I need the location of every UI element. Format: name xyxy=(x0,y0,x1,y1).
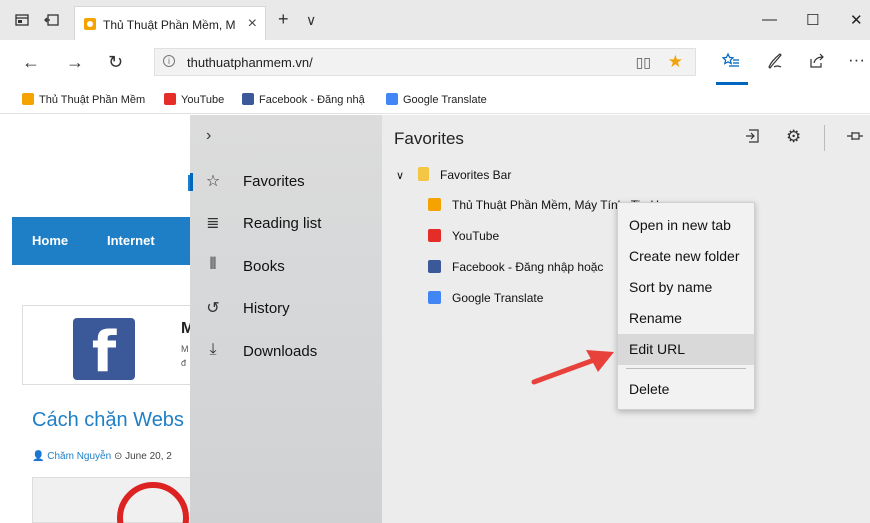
address-url: thuthuatphanmem.vn/ xyxy=(187,55,313,70)
favorite-star-icon[interactable]: ★ xyxy=(668,52,683,72)
menu-item-edit-url[interactable]: Edit URL xyxy=(618,334,754,365)
hub-item-reading-list[interactable]: ≣ Reading list xyxy=(190,205,382,243)
article-title[interactable]: Cách chặn Webs xyxy=(32,409,184,432)
tab-favicon-icon xyxy=(84,18,96,30)
card-heading: M xyxy=(181,320,190,337)
menu-item-delete[interactable]: Delete xyxy=(618,374,754,405)
favorites-star-icon: ☆ xyxy=(205,173,221,190)
hub-item-label: Downloads xyxy=(243,343,318,360)
address-bar[interactable]: i thuthuatphanmem.vn/ ▯▯ ★ xyxy=(154,48,696,76)
context-menu: Open in new tab Create new folder Sort b… xyxy=(617,202,755,410)
hub-item-label: Reading list xyxy=(243,215,322,232)
facebook-logo-icon: f xyxy=(73,318,135,385)
folder-icon xyxy=(418,167,429,181)
article-card: f M M đ xyxy=(22,305,190,385)
site-nav-internet[interactable]: Internet xyxy=(107,233,155,248)
youtube-favicon-icon xyxy=(428,229,441,242)
history-icon: ↺ xyxy=(206,300,220,317)
facebook-favicon-icon xyxy=(242,93,254,105)
books-icon: ⫴ xyxy=(209,256,217,273)
hub-item-label: History xyxy=(243,300,290,317)
site-info-icon[interactable]: i xyxy=(163,55,175,67)
hub-item-downloads[interactable]: ⤓ Downloads xyxy=(190,333,382,371)
set-tabs-aside-icon[interactable] xyxy=(14,12,30,28)
google-translate-favicon-icon xyxy=(428,291,441,304)
favorites-bar: Thủ Thuật Phần Mềm YouTube Facebook - Đă… xyxy=(0,86,870,114)
facebook-favicon-icon xyxy=(428,260,441,273)
bookmark-youtube[interactable]: YouTube xyxy=(164,93,224,106)
hub-item-label: Books xyxy=(243,258,285,275)
back-arrow-icon[interactable]: ← xyxy=(22,52,40,73)
more-options-icon[interactable]: ··· xyxy=(848,50,865,70)
bookmark-google-translate[interactable]: Google Translate xyxy=(386,93,487,106)
tab-preview-chevron-icon[interactable]: ∨ xyxy=(306,12,316,29)
card-text-2: đ xyxy=(181,358,187,368)
favorite-item[interactable]: Google Translate xyxy=(428,291,543,305)
downloads-icon: ⤓ xyxy=(209,341,217,358)
menu-item-rename[interactable]: Rename xyxy=(618,303,754,334)
pen-notes-icon[interactable] xyxy=(766,52,784,75)
bookmark-facebook[interactable]: Facebook - Đăng nhậ xyxy=(242,93,365,106)
card-text-1: M xyxy=(181,344,189,354)
annotation-arrow-icon xyxy=(531,350,614,385)
hub-item-history[interactable]: ↺ History xyxy=(190,290,382,328)
youtube-favicon-icon xyxy=(164,93,176,105)
favorites-hub-icon[interactable] xyxy=(721,52,740,75)
tab-close-icon[interactable]: × xyxy=(248,15,257,33)
toolbar-divider xyxy=(824,125,825,151)
chevron-down-icon: ∨ xyxy=(396,170,405,182)
favorites-pane-title: Favorites xyxy=(394,129,464,148)
refresh-icon[interactable]: ↻ xyxy=(108,52,123,73)
article-date: June 20, 2 xyxy=(125,451,172,462)
tab-bar: Thủ Thuật Phần Mềm, M × + ∨ — ☐ ✕ xyxy=(0,0,870,40)
hub-item-favorites[interactable]: ☆ Favorites xyxy=(190,163,382,201)
bookmark-thuthuat[interactable]: Thủ Thuật Phần Mềm xyxy=(22,93,145,106)
thuthuat-favicon-icon xyxy=(22,93,34,105)
minimize-button[interactable]: — xyxy=(762,11,777,28)
article-meta: 👤 Chăm Nguyễn ⊙ June 20, 2 xyxy=(32,451,172,462)
favorite-item[interactable]: Facebook - Đăng nhập hoặc xyxy=(428,260,603,274)
reading-view-icon[interactable]: ▯▯ xyxy=(636,54,651,71)
navigation-bar: ← → ↻ i thuthuatphanmem.vn/ ▯▯ ★ ··· xyxy=(0,40,870,86)
site-nav-home[interactable]: Home xyxy=(32,233,68,248)
menu-item-sort-by-name[interactable]: Sort by name xyxy=(618,272,754,303)
maximize-button[interactable]: ☐ xyxy=(806,11,819,29)
import-favorites-icon[interactable] xyxy=(744,127,762,150)
forward-arrow-icon[interactable]: → xyxy=(66,52,84,73)
show-tabs-aside-icon[interactable] xyxy=(44,12,60,28)
reading-list-icon: ≣ xyxy=(206,215,220,232)
author-icon: 👤 xyxy=(32,451,45,462)
tab-title: Thủ Thuật Phần Mềm, M xyxy=(103,18,236,32)
new-tab-button[interactable]: + xyxy=(278,9,289,30)
thuthuat-favicon-icon xyxy=(428,198,441,211)
hub-item-label: Favorites xyxy=(243,173,305,190)
menu-item-create-new-folder[interactable]: Create new folder xyxy=(618,241,754,272)
site-nav-bar: Home Internet xyxy=(12,217,190,265)
hub-navigation: › ☆ Favorites ≣ Reading list ⫴ Books ↺ H… xyxy=(190,115,382,523)
article-author[interactable]: Chăm Nguyễn xyxy=(47,451,111,462)
clock-icon: ⊙ xyxy=(113,451,123,462)
favorite-item[interactable]: YouTube xyxy=(428,229,499,243)
pin-pane-icon[interactable] xyxy=(846,127,864,149)
share-icon[interactable] xyxy=(808,52,826,75)
close-button[interactable]: ✕ xyxy=(850,11,863,29)
menu-item-open-in-new-tab[interactable]: Open in new tab xyxy=(618,210,754,241)
settings-gear-icon[interactable]: ⚙ xyxy=(786,127,801,147)
hub-active-indicator xyxy=(716,82,748,85)
google-translate-favicon-icon xyxy=(386,93,398,105)
favorites-bar-folder[interactable]: ∨ Favorites Bar xyxy=(396,167,511,182)
hub-item-books[interactable]: ⫴ Books xyxy=(190,248,382,286)
active-tab[interactable]: Thủ Thuật Phần Mềm, M × xyxy=(74,6,266,40)
web-page: Home Internet f M M đ Cách chặn Webs 👤 C… xyxy=(0,115,190,523)
hub-expand-chevron-icon[interactable]: › xyxy=(206,127,211,145)
menu-separator xyxy=(626,368,746,369)
article-thumbnail[interactable] xyxy=(32,477,190,523)
